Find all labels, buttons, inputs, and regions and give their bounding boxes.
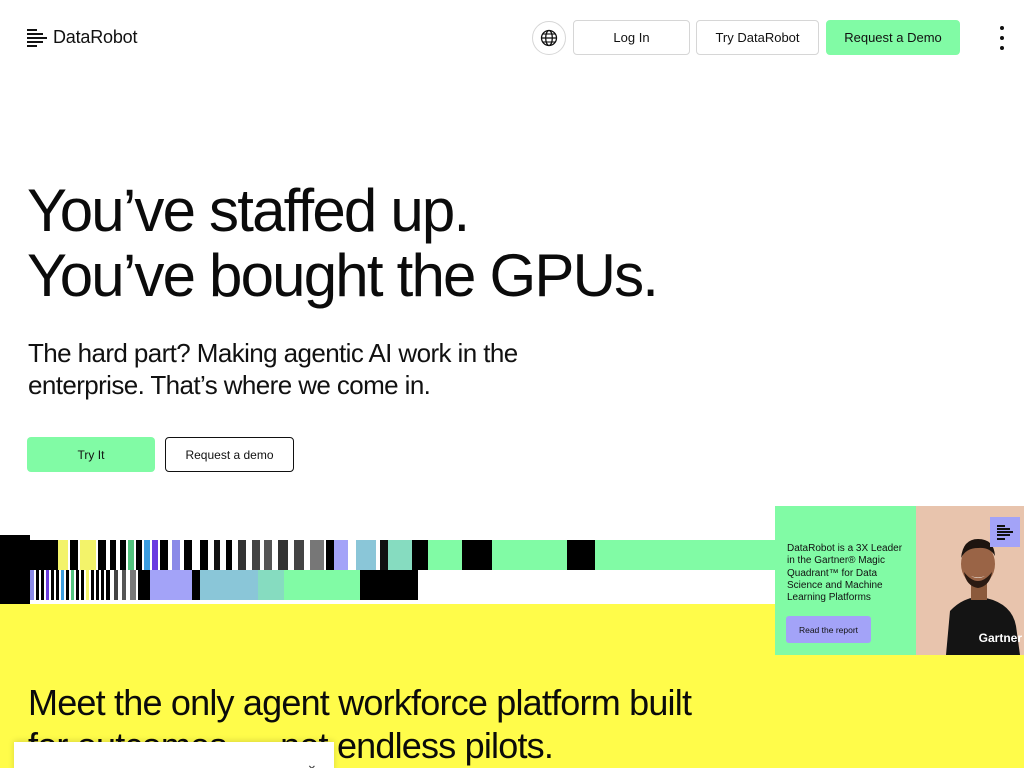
gartner-logo-text: Gartner (978, 631, 1022, 645)
gartner-promo-photo: Gartner (916, 506, 1024, 655)
gartner-promo-card[interactable]: DataRobot is a 3X Leader in the Gartner®… (775, 506, 1024, 655)
request-demo-button[interactable]: Request a Demo (826, 20, 960, 55)
hero-title: You’ve staffed up. You’ve bought the GPU… (27, 177, 659, 309)
globe-icon (540, 29, 558, 47)
datarobot-badge-icon (990, 517, 1020, 547)
language-selector-button[interactable] (532, 21, 566, 55)
decorative-barcode-strip (0, 535, 780, 604)
logo-text: DataRobot (53, 27, 138, 47)
hero-title-line-2: You’ve bought the GPUs. (27, 242, 659, 309)
site-header: DataRobot Log In Try DataRobot Request a… (0, 0, 1024, 76)
gartner-promo-text: DataRobot is a 3X Leader in the Gartner®… (787, 543, 903, 604)
hero-title-line-1: You’ve staffed up. (27, 177, 470, 244)
bottom-popup-panel: ⌄ (14, 742, 334, 768)
try-datarobot-button[interactable]: Try DataRobot (696, 20, 819, 55)
chevron-down-icon[interactable]: ⌄ (306, 756, 318, 768)
hero-subtitle: The hard part? Making agentic AI work in… (28, 338, 518, 400)
vertical-ellipsis-icon[interactable] (994, 26, 1010, 50)
try-it-button[interactable]: Try It (27, 437, 155, 472)
read-report-button[interactable]: Read the report (786, 616, 871, 643)
datarobot-logo-icon (27, 28, 47, 47)
logo[interactable]: DataRobot (27, 27, 137, 48)
login-button[interactable]: Log In (573, 20, 690, 55)
request-a-demo-button[interactable]: Request a demo (165, 437, 294, 472)
